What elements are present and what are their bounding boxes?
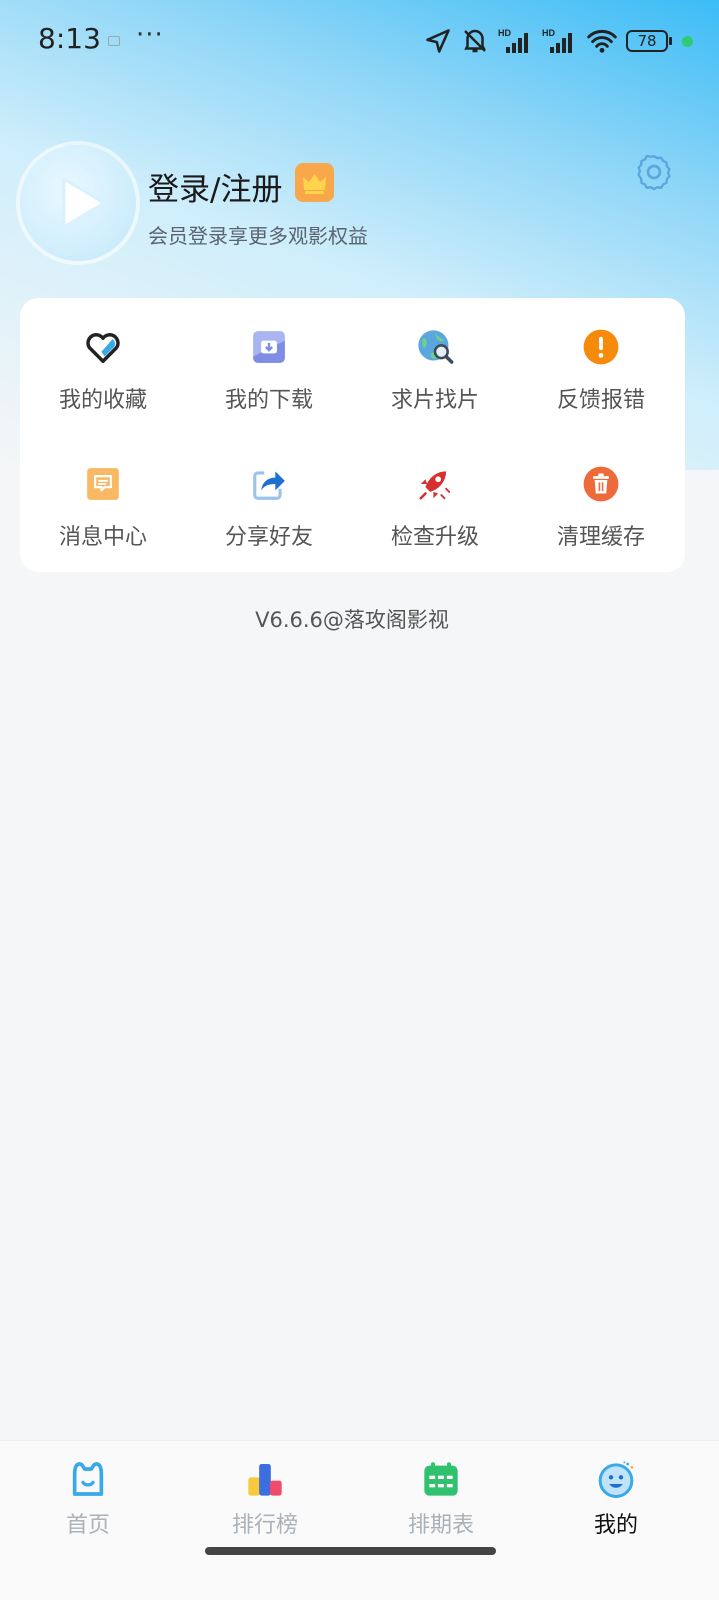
vip-badge[interactable]	[295, 163, 334, 202]
login-subtitle: 会员登录享更多观影权益	[148, 224, 368, 248]
status-icons: HD HD 78	[424, 24, 693, 58]
crown-icon	[303, 174, 326, 194]
menu-item-label: 清理缓存	[556, 525, 645, 550]
menu-item-favorites[interactable]: 我的收藏	[20, 298, 186, 428]
globe-search-icon	[418, 330, 454, 364]
menu-item-feedback[interactable]: 反馈报错	[518, 298, 684, 428]
smile-icon	[598, 1461, 634, 1498]
ranking-icon	[248, 1464, 282, 1496]
battery-icon: 78	[626, 30, 672, 52]
bottom-nav: 首页 排行榜 排期表 我的	[0, 1440, 719, 1600]
notification-icon	[108, 36, 120, 46]
menu-item-label: 消息中心	[58, 525, 147, 550]
trash-icon	[583, 466, 619, 502]
menu-item-label: 分享好友	[224, 525, 313, 550]
menu-item-request[interactable]: 求片找片	[352, 298, 518, 428]
menu-item-share[interactable]: 分享好友	[186, 435, 352, 565]
heart-icon	[86, 333, 120, 363]
version-text: V6.6.6@落攻阁影视	[255, 608, 449, 632]
status-bar: 8:13 ··· HD HD 78	[0, 0, 719, 84]
tab-label: 首页	[65, 1513, 110, 1538]
share-icon	[253, 471, 285, 500]
menu-item-update[interactable]: 检查升级	[352, 435, 518, 565]
privacy-indicator	[682, 35, 693, 47]
tab-schedule[interactable]: 排期表	[381, 1459, 501, 1539]
status-time: 8:13	[38, 22, 101, 55]
alert-icon	[583, 329, 619, 365]
menu-item-clear-cache[interactable]: 清理缓存	[518, 435, 684, 565]
home-icon	[72, 1462, 104, 1496]
signal-hd-icon: HD	[542, 28, 572, 53]
rocket-icon	[419, 471, 451, 500]
tab-ranking[interactable]: 排行榜	[205, 1459, 325, 1539]
menu-item-label: 反馈报错	[556, 388, 645, 413]
avatar[interactable]	[20, 145, 136, 261]
login-register-link[interactable]: 登录/注册	[148, 164, 282, 209]
menu-item-messages[interactable]: 消息中心	[20, 435, 186, 565]
tab-label: 我的	[593, 1513, 638, 1538]
calendar-icon	[424, 1462, 458, 1496]
menu-item-label: 求片找片	[390, 388, 479, 413]
signal-hd-icon: HD	[498, 28, 528, 53]
tab-label: 排期表	[407, 1513, 474, 1538]
mute-icon	[464, 29, 486, 53]
gear-icon[interactable]	[634, 152, 674, 192]
tab-mine[interactable]: 我的	[556, 1459, 676, 1539]
menu-item-label: 我的收藏	[58, 388, 147, 413]
wifi-icon	[587, 30, 617, 53]
message-icon	[87, 468, 119, 500]
more-notifications: ···	[136, 20, 164, 50]
menu-item-label: 我的下载	[224, 388, 313, 413]
menu-item-downloads[interactable]: 我的下载	[186, 298, 352, 428]
tab-home[interactable]: 首页	[28, 1459, 148, 1539]
menu-item-label: 检查升级	[390, 525, 479, 550]
svg-text:HD: HD	[498, 28, 511, 38]
play-logo-icon	[62, 177, 106, 229]
svg-text:HD: HD	[542, 28, 555, 38]
tab-label: 排行榜	[231, 1513, 298, 1538]
location-icon	[426, 29, 450, 53]
home-indicator[interactable]	[205, 1547, 496, 1555]
menu-card: 我的收藏 我的下载 求片找片 反馈报错 消息中心 分享好友 检查升级 清理缓存	[20, 298, 685, 572]
download-icon	[253, 331, 285, 363]
